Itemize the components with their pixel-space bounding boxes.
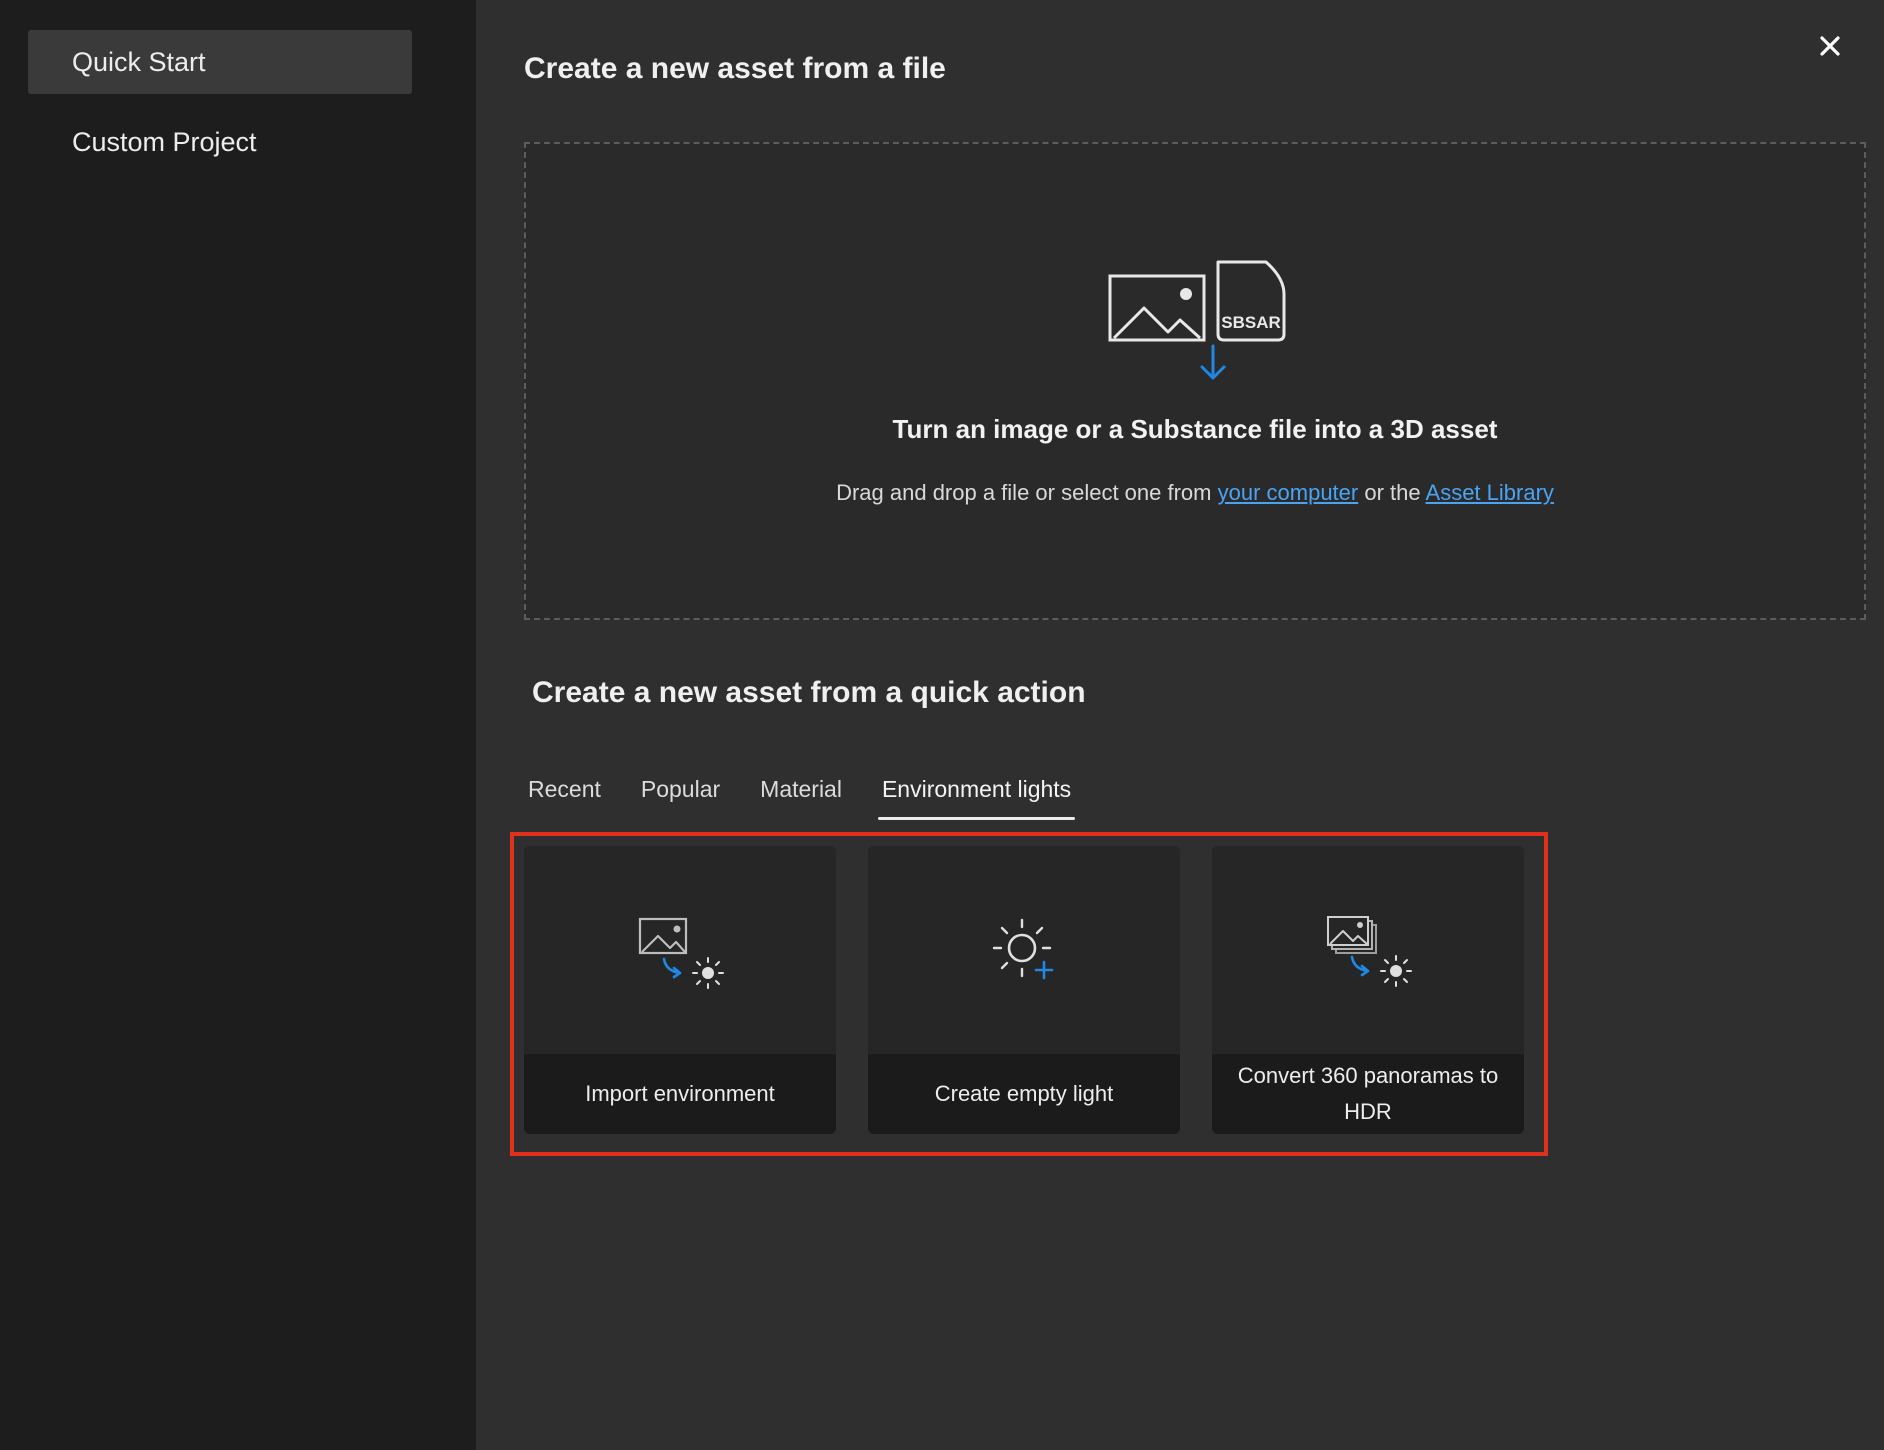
tab-popular[interactable]: Popular	[637, 772, 724, 820]
card-label: Create empty light	[868, 1054, 1180, 1134]
sbsar-badge-text: SBSAR	[1221, 313, 1281, 332]
dropzone-subtext-middle: or the	[1358, 480, 1426, 505]
card-import-environment[interactable]: Import environment	[524, 846, 836, 1134]
import-environment-icon	[638, 917, 724, 989]
card-thumbnail	[524, 846, 836, 1054]
image-sbsar-upload-icon: SBSAR	[1108, 260, 1286, 380]
asset-library-link[interactable]: Asset Library	[1426, 480, 1554, 505]
close-button[interactable]	[1812, 28, 1848, 64]
card-create-empty-light[interactable]: Create empty light	[868, 846, 1180, 1134]
card-label: Convert 360 panoramas to HDR	[1212, 1054, 1524, 1134]
dropzone-heading: Turn an image or a Substance file into a…	[892, 414, 1498, 444]
card-thumbnail	[868, 846, 1180, 1054]
tab-recent[interactable]: Recent	[524, 772, 605, 820]
your-computer-link[interactable]: your computer	[1218, 480, 1359, 505]
dropzone-subtext: Drag and drop a file or select one from …	[526, 480, 1864, 506]
dropzone-subtext-prefix: Drag and drop a file or select one from	[836, 480, 1218, 505]
new-asset-dialog: Quick Start Custom Project Create a new …	[0, 0, 1884, 1450]
sidebar-item-label: Quick Start	[72, 46, 206, 77]
panorama-hdr-icon	[1327, 916, 1412, 987]
sidebar-item-label: Custom Project	[72, 126, 257, 157]
file-dropzone[interactable]: SBSAR Turn an image or a Substance file …	[524, 142, 1866, 620]
tab-environment-lights[interactable]: Environment lights	[877, 772, 1076, 820]
empty-light-icon	[992, 918, 1054, 980]
sidebar-item-quick-start[interactable]: Quick Start	[28, 30, 412, 94]
quick-action-section-title: Create a new asset from a quick action	[532, 676, 1086, 709]
sidebar-item-custom-project[interactable]: Custom Project	[28, 110, 412, 174]
card-convert-360-panoramas[interactable]: Convert 360 panoramas to HDR	[1212, 846, 1524, 1134]
card-label: Import environment	[524, 1054, 836, 1134]
close-icon	[1820, 36, 1840, 56]
quick-action-tabs: Recent Popular Material Environment ligh…	[524, 772, 1107, 820]
sidebar: Quick Start Custom Project	[0, 0, 476, 1450]
file-section-title: Create a new asset from a file	[524, 52, 946, 85]
tab-material[interactable]: Material	[756, 772, 846, 820]
card-thumbnail	[1212, 846, 1524, 1054]
